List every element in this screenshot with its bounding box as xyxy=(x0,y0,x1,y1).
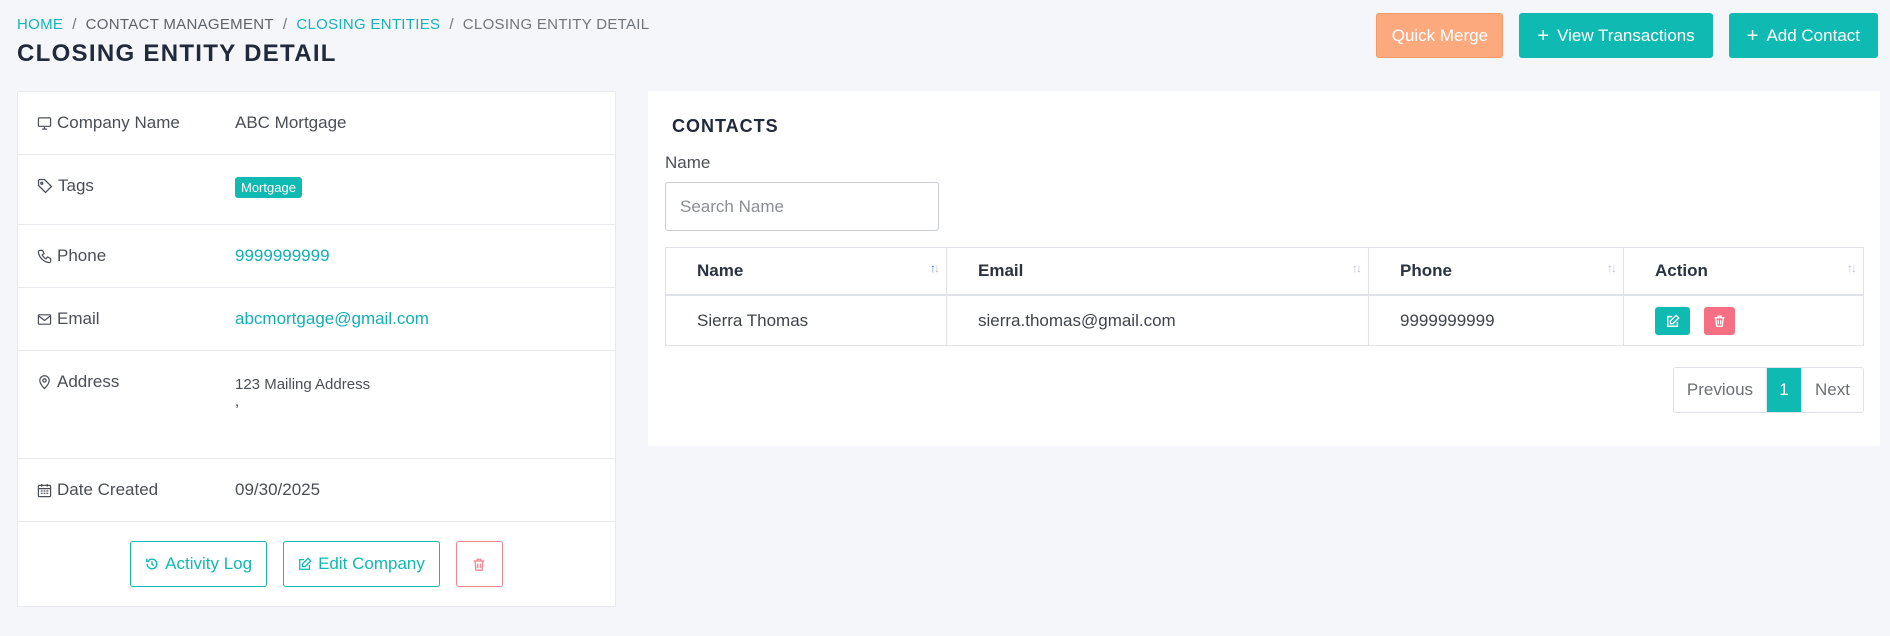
company-name-label: Company Name xyxy=(37,113,180,133)
edit-contact-button[interactable] xyxy=(1655,306,1690,335)
delete-company-button[interactable] xyxy=(455,541,503,587)
sort-icon: ↑↓ xyxy=(1352,261,1362,275)
delete-contact-button[interactable] xyxy=(1704,306,1735,335)
add-contact-label: Add Contact xyxy=(1766,25,1860,45)
view-transactions-label: View Transactions xyxy=(1557,25,1695,45)
breadcrumb-closing-entities[interactable]: CLOSING ENTITIES xyxy=(296,16,440,33)
calendar-icon xyxy=(37,483,52,497)
phone-label-text: Phone xyxy=(57,246,107,265)
plus-icon: + xyxy=(1537,24,1550,47)
column-header-action[interactable]: Action ↑↓ xyxy=(1624,248,1863,294)
address-line-1: 123 Mailing Address xyxy=(235,376,371,393)
tags-label: Tags xyxy=(37,176,94,196)
top-actions: Quick Merge + View Transactions + Add Co… xyxy=(1376,13,1878,58)
contact-phone-cell: 9999999999 xyxy=(1369,296,1624,345)
date-created-value: 09/30/2025 xyxy=(235,480,321,499)
breadcrumb-separator: / xyxy=(282,16,288,33)
pagination-page-1[interactable]: 1 xyxy=(1767,368,1803,412)
column-header-phone-label: Phone xyxy=(1400,261,1452,280)
edit-company-button[interactable]: Edit Company xyxy=(283,541,440,587)
mail-icon xyxy=(37,313,52,325)
phone-link[interactable]: 9999999999 xyxy=(235,246,330,266)
email-label: Email xyxy=(37,309,100,329)
contacts-title: CONTACTS xyxy=(672,116,779,136)
pagination: Previous 1 Next xyxy=(1672,367,1864,413)
monitor-icon xyxy=(37,116,52,130)
sort-icon: ↑↓ xyxy=(1847,261,1857,275)
phone-row: Phone 9999999999 xyxy=(18,225,615,288)
column-header-name[interactable]: Name ↑↓ xyxy=(666,248,947,294)
quick-merge-button[interactable]: Quick Merge xyxy=(1376,13,1504,58)
table-row: Sierra Thomas sierra.thomas@gmail.com 99… xyxy=(666,296,1863,345)
pagination-next[interactable]: Next xyxy=(1802,368,1863,412)
company-name-row: Company Name ABC Mortgage xyxy=(18,92,615,155)
quick-merge-label: Quick Merge xyxy=(1391,25,1489,45)
date-created-row: Date Created 09/30/2025 xyxy=(18,459,615,522)
phone-icon xyxy=(37,249,52,263)
page: HOME / CONTACT MANAGEMENT / CLOSING ENTI… xyxy=(0,0,1890,636)
breadcrumb-home[interactable]: HOME xyxy=(17,16,63,33)
search-name-input[interactable] xyxy=(665,182,939,231)
date-created-label-text: Date Created xyxy=(57,480,159,499)
history-icon xyxy=(146,558,158,570)
address-row: Address 123 Mailing Address , xyxy=(18,351,615,459)
map-pin-icon xyxy=(39,375,50,390)
company-name-value: ABC Mortgage xyxy=(235,113,347,132)
tag-badge: Mortgage xyxy=(235,177,302,198)
trash-icon xyxy=(1714,314,1725,327)
column-header-phone[interactable]: Phone ↑↓ xyxy=(1369,248,1624,294)
breadcrumb-current: CLOSING ENTITY DETAIL xyxy=(462,16,650,33)
email-label-text: Email xyxy=(57,309,100,328)
tags-row: Tags Mortgage xyxy=(18,155,615,225)
address-label-text: Address xyxy=(57,372,120,391)
tags-label-text: Tags xyxy=(58,176,94,195)
table-header: Name ↑↓ Email ↑↓ Phone ↑↓ Action ↑↓ xyxy=(666,248,1863,296)
page-title: CLOSING ENTITY DETAIL xyxy=(17,40,337,67)
breadcrumb-separator: / xyxy=(449,16,454,33)
company-detail-card: Company Name ABC Mortgage Tags Mortgage … xyxy=(17,91,616,607)
edit-icon xyxy=(299,557,312,570)
company-name-label-text: Company Name xyxy=(57,113,180,132)
address-value: 123 Mailing Address , xyxy=(235,376,370,410)
contact-action-cell xyxy=(1624,296,1863,345)
contacts-table: Name ↑↓ Email ↑↓ Phone ↑↓ Action ↑↓ Sier… xyxy=(665,247,1864,346)
breadcrumb-separator: / xyxy=(72,16,77,33)
add-contact-button[interactable]: + Add Contact xyxy=(1728,13,1878,58)
tag-icon xyxy=(37,178,53,194)
sort-icon: ↑↓ xyxy=(1607,261,1617,275)
name-filter-label: Name xyxy=(665,153,711,172)
breadcrumb-contact-management: CONTACT MANAGEMENT xyxy=(85,16,274,33)
edit-company-label: Edit Company xyxy=(318,554,425,573)
breadcrumb: HOME / CONTACT MANAGEMENT / CLOSING ENTI… xyxy=(17,16,649,33)
plus-icon: + xyxy=(1746,24,1759,47)
pagination-previous[interactable]: Previous xyxy=(1673,368,1768,412)
contact-email-cell: sierra.thomas@gmail.com xyxy=(947,296,1369,345)
column-header-email[interactable]: Email ↑↓ xyxy=(947,248,1369,294)
contacts-card: CONTACTS Name Name ↑↓ Email ↑↓ Phone ↑↓ … xyxy=(648,91,1880,446)
company-actions: Activity Log Edit Company xyxy=(18,522,615,606)
email-link[interactable]: abcmortgage@gmail.com xyxy=(235,309,429,329)
contact-name-cell: Sierra Thomas xyxy=(666,296,947,345)
view-transactions-button[interactable]: + View Transactions xyxy=(1519,13,1713,58)
trash-icon xyxy=(474,558,485,571)
column-header-email-label: Email xyxy=(978,261,1024,280)
column-header-name-label: Name xyxy=(697,261,744,280)
edit-icon xyxy=(1666,313,1680,327)
sort-icon: ↑↓ xyxy=(930,261,940,275)
column-header-action-label: Action xyxy=(1655,261,1708,280)
phone-label: Phone xyxy=(37,246,106,266)
activity-log-button[interactable]: Activity Log xyxy=(130,541,268,587)
email-row: Email abcmortgage@gmail.com xyxy=(18,288,615,351)
date-created-label: Date Created xyxy=(37,480,158,500)
tags-value: Mortgage xyxy=(235,177,302,198)
activity-log-label: Activity Log xyxy=(165,554,253,573)
address-label: Address xyxy=(37,372,119,392)
address-line-2: , xyxy=(235,393,240,410)
